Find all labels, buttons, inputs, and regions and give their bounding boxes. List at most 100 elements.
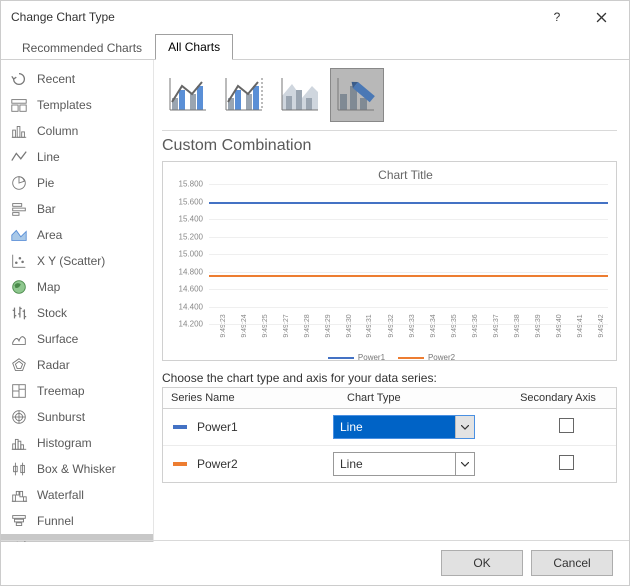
secondary-axis-checkbox-power2[interactable] [559, 455, 574, 470]
secondary-axis-checkbox-power1[interactable] [559, 418, 574, 433]
question-icon: ? [554, 10, 561, 24]
tab-recommended-charts[interactable]: Recommended Charts [9, 35, 155, 60]
series-row-power1: Power1 Line [163, 409, 616, 446]
gridline [209, 219, 608, 220]
map-icon [9, 277, 29, 297]
close-button[interactable] [579, 3, 623, 31]
sidebar-item-pie[interactable]: Pie [1, 170, 153, 196]
tab-all-charts[interactable]: All Charts [155, 34, 233, 60]
bar-icon [9, 199, 29, 219]
gridline [209, 324, 608, 325]
gridline [209, 237, 608, 238]
box-whisker-icon [9, 459, 29, 479]
sidebar-item-sunburst[interactable]: Sunburst [1, 404, 153, 430]
funnel-icon [9, 511, 29, 531]
combo-subtype-clustered-column-line[interactable] [162, 68, 216, 122]
y-tick: 14.200 [163, 320, 203, 329]
dialog-change-chart-type: Change Chart Type ? Recommended Charts A… [0, 0, 630, 586]
gridline [209, 272, 608, 273]
sidebar-item-line[interactable]: Line [1, 144, 153, 170]
dialog-footer: OK Cancel [1, 540, 629, 585]
sunburst-icon [9, 407, 29, 427]
dialog-title: Change Chart Type [11, 10, 535, 24]
subtype-title: Custom Combination [162, 137, 617, 155]
radar-icon [9, 355, 29, 375]
y-tick: 14.600 [163, 285, 203, 294]
series-name: Power2 [197, 457, 238, 471]
gridline [209, 289, 608, 290]
sidebar-item-area[interactable]: Area [1, 222, 153, 248]
y-tick: 14.800 [163, 267, 203, 276]
x-tick: 9:49:42 [598, 314, 628, 337]
close-icon [596, 12, 607, 23]
chevron-down-icon [455, 416, 474, 438]
series-grid-prompt: Choose the chart type and axis for your … [162, 371, 617, 385]
waterfall-icon [9, 485, 29, 505]
sidebar-item-treemap[interactable]: Treemap [1, 378, 153, 404]
chart-preview[interactable]: Chart Title 9:49:239:49:249:49:259:49:27… [162, 161, 617, 361]
help-button[interactable]: ? [535, 3, 579, 31]
sidebar-item-stock[interactable]: Stock [1, 300, 153, 326]
stock-icon [9, 303, 29, 323]
combo-subtype-3-icon [278, 72, 324, 118]
pie-icon [9, 173, 29, 193]
y-tick: 15.200 [163, 232, 203, 241]
series-name: Power1 [197, 420, 238, 434]
series-grid: Series Name Chart Type Secondary Axis Po… [162, 387, 617, 483]
sidebar-item-x-y-scatter-[interactable]: X Y (Scatter) [1, 248, 153, 274]
sidebar-item-map[interactable]: Map [1, 274, 153, 300]
ok-button[interactable]: OK [441, 550, 523, 576]
combo-subtype-custom[interactable] [330, 68, 384, 122]
titlebar: Change Chart Type ? [1, 1, 629, 33]
y-tick: 15.800 [163, 180, 203, 189]
combo-subtype-stacked-area-column[interactable] [274, 68, 328, 122]
sidebar-item-column[interactable]: Column [1, 118, 153, 144]
sidebar-item-radar[interactable]: Radar [1, 352, 153, 378]
col-chart-type: Chart Type [339, 388, 500, 408]
legend-swatch-1 [328, 357, 354, 359]
chart-type-sidebar: RecentTemplatesColumnLinePieBarAreaX Y (… [1, 60, 153, 542]
chart-preview-title: Chart Title [203, 168, 608, 182]
series-line-power2 [209, 275, 608, 277]
sidebar-item-templates[interactable]: Templates [1, 92, 153, 118]
treemap-icon [9, 381, 29, 401]
chart-type-select-power1[interactable]: Line [333, 415, 475, 439]
sidebar-item-bar[interactable]: Bar [1, 196, 153, 222]
series-line-power1 [209, 202, 608, 204]
sidebar-item-histogram[interactable]: Histogram [1, 430, 153, 456]
column-icon [9, 121, 29, 141]
legend-swatch-2 [398, 357, 424, 359]
series-swatch [173, 425, 187, 429]
x-y-scatter--icon [9, 251, 29, 271]
combo-subtype-clustered-column-line-secondary[interactable] [218, 68, 272, 122]
y-tick: 15.000 [163, 250, 203, 259]
chevron-down-icon [455, 453, 474, 475]
area-icon [9, 225, 29, 245]
gridline [209, 184, 608, 185]
sidebar-item-funnel[interactable]: Funnel [1, 508, 153, 534]
templates-icon [9, 95, 29, 115]
chart-legend: Power1 Power2 [163, 353, 616, 362]
histogram-icon [9, 433, 29, 453]
col-secondary-axis: Secondary Axis [500, 388, 616, 408]
gridline [209, 254, 608, 255]
series-swatch [173, 462, 187, 466]
sidebar-item-surface[interactable]: Surface [1, 326, 153, 352]
sidebar-item-box-whisker[interactable]: Box & Whisker [1, 456, 153, 482]
y-tick: 15.600 [163, 197, 203, 206]
sidebar-item-waterfall[interactable]: Waterfall [1, 482, 153, 508]
sidebar-item-recent[interactable]: Recent [1, 66, 153, 92]
series-row-power2: Power2 Line [163, 446, 616, 482]
col-series-name: Series Name [163, 388, 339, 408]
tab-strip: Recommended Charts All Charts [1, 33, 629, 60]
cancel-button[interactable]: Cancel [531, 550, 613, 576]
series-grid-header: Series Name Chart Type Secondary Axis [163, 388, 616, 409]
combo-subtype-1-icon [166, 72, 212, 118]
surface-icon [9, 329, 29, 349]
main-panel: Custom Combination Chart Title 9:49:239:… [153, 60, 629, 542]
recent-icon [9, 69, 29, 89]
gridline [209, 307, 608, 308]
combo-subtype-strip [162, 68, 617, 122]
chart-type-select-power2[interactable]: Line [333, 452, 475, 476]
combo-subtype-custom-icon [334, 72, 380, 118]
